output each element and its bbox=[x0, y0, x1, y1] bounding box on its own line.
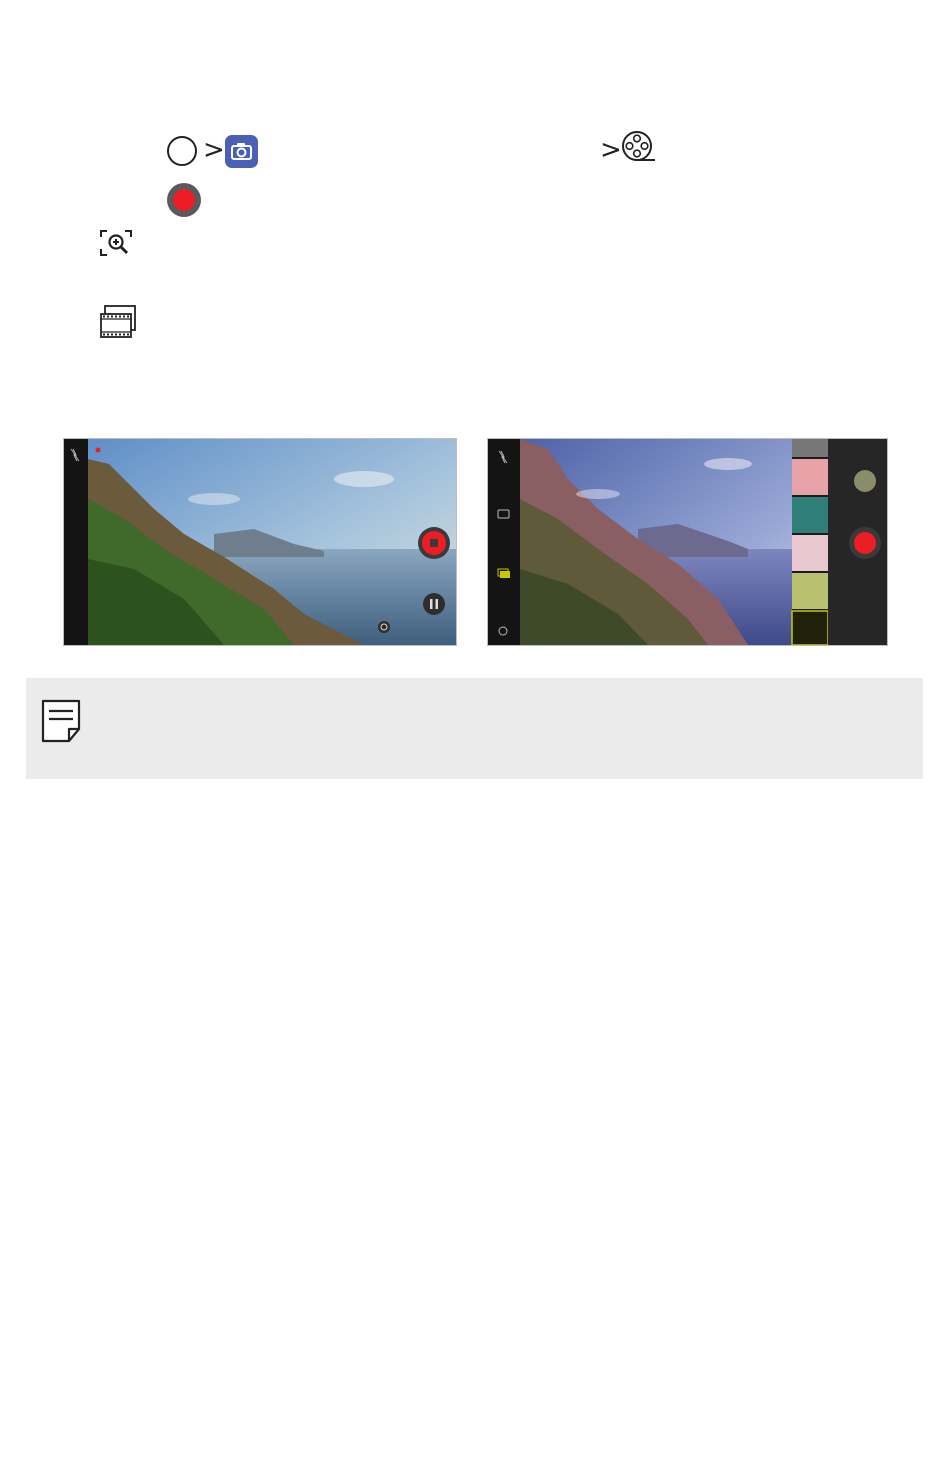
camera-app-icon bbox=[225, 135, 258, 168]
record-button-icon bbox=[849, 527, 881, 559]
home-circle-icon bbox=[167, 136, 197, 166]
record-button-icon bbox=[167, 183, 201, 217]
zoom-frame-icon bbox=[99, 229, 133, 257]
frame-grab-screenshot bbox=[487, 438, 888, 646]
film-reel-icon bbox=[621, 130, 657, 164]
frame-grab-icon bbox=[99, 304, 137, 339]
stop-record-button-icon bbox=[418, 527, 450, 559]
note-icon bbox=[41, 699, 81, 743]
switch-camera-icon bbox=[378, 621, 390, 633]
note-box bbox=[26, 678, 923, 779]
recording-screenshot bbox=[63, 438, 457, 646]
pause-icon bbox=[423, 593, 445, 615]
chevron-separator: > bbox=[203, 135, 225, 165]
chevron-separator-2: > bbox=[600, 135, 622, 165]
